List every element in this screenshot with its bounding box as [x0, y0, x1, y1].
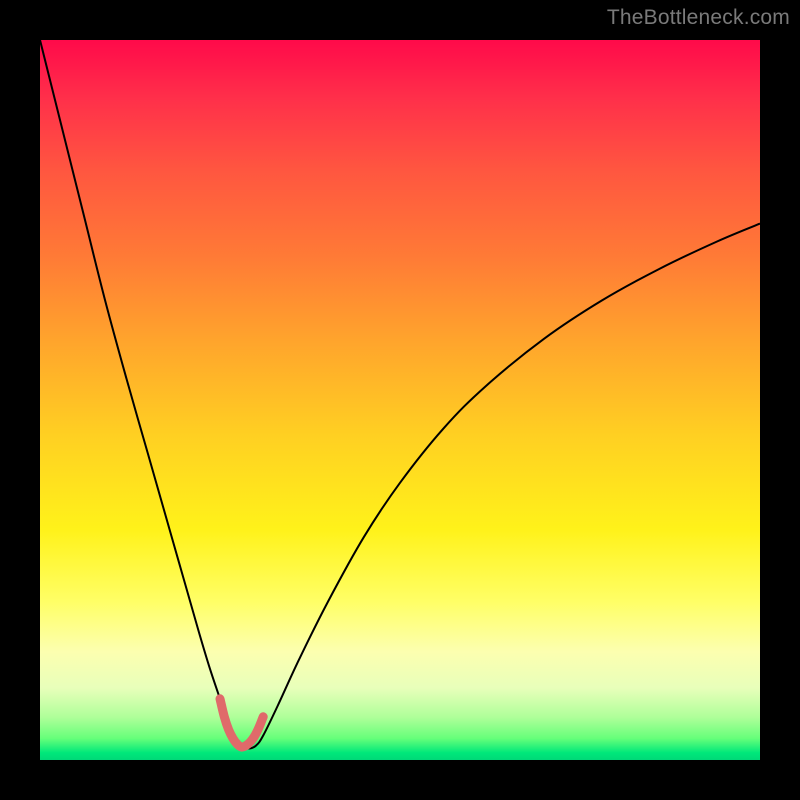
chart-svg — [40, 40, 760, 760]
watermark-text: TheBottleneck.com — [607, 6, 790, 30]
plot-area — [40, 40, 760, 760]
chart-frame: TheBottleneck.com — [0, 0, 800, 800]
bottleneck-curve — [40, 40, 760, 748]
valley-highlight — [220, 699, 263, 747]
